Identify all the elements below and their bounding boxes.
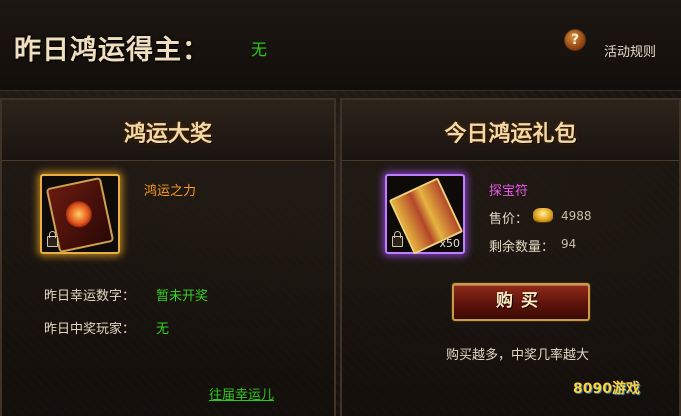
grand-prize-title-bar: 鸿运大奖 xyxy=(2,100,334,161)
lock-icon xyxy=(392,231,403,247)
grand-prize-panel: 鸿运大奖 xyxy=(0,98,336,416)
daily-pack-title: 今日鸿运礼包 xyxy=(444,122,577,147)
grand-prize-item-slot[interactable] xyxy=(40,174,120,254)
buy-hint: 购买越多，中奖几率越大 xyxy=(446,348,590,363)
remaining-value: 94 xyxy=(561,237,577,251)
winner-player-value: 无 xyxy=(156,322,170,337)
price-value: 4988 xyxy=(561,209,592,223)
header: 昨日鸿运得主： 无 ? 活动规则 xyxy=(0,0,681,91)
gold-ingot-icon xyxy=(533,208,553,222)
lock-icon xyxy=(47,231,58,247)
buy-button[interactable]: 购买 xyxy=(452,283,590,321)
help-icon[interactable]: ? xyxy=(564,29,586,51)
grand-prize-title: 鸿运大奖 xyxy=(123,122,212,147)
remaining-label: 剩余数量： xyxy=(489,240,555,255)
price-label: 售价： xyxy=(489,212,529,227)
daily-pack-item-name: 探宝符 xyxy=(489,184,529,199)
daily-pack-panel: 今日鸿运礼包 xyxy=(340,98,681,416)
yesterday-winner-value: 无 xyxy=(251,40,268,59)
daily-pack-title-bar: 今日鸿运礼包 xyxy=(342,100,679,161)
site-watermark: 8090游戏 xyxy=(573,381,640,397)
winner-player-label: 昨日中奖玩家： xyxy=(44,322,136,337)
item-quantity: x50 xyxy=(439,237,460,250)
grand-prize-item-name: 鸿运之力 xyxy=(144,184,197,199)
activity-rules-link[interactable]: 活动规则 xyxy=(604,41,656,60)
lucky-number-label: 昨日幸运数字： xyxy=(44,289,136,304)
daily-pack-item-slot[interactable]: x50 xyxy=(385,174,465,255)
yesterday-winner-label: 昨日鸿运得主： xyxy=(14,35,210,66)
past-winners-link[interactable]: 往届幸运儿 xyxy=(209,384,274,403)
lucky-number-value: 暂未开奖 xyxy=(156,289,209,304)
